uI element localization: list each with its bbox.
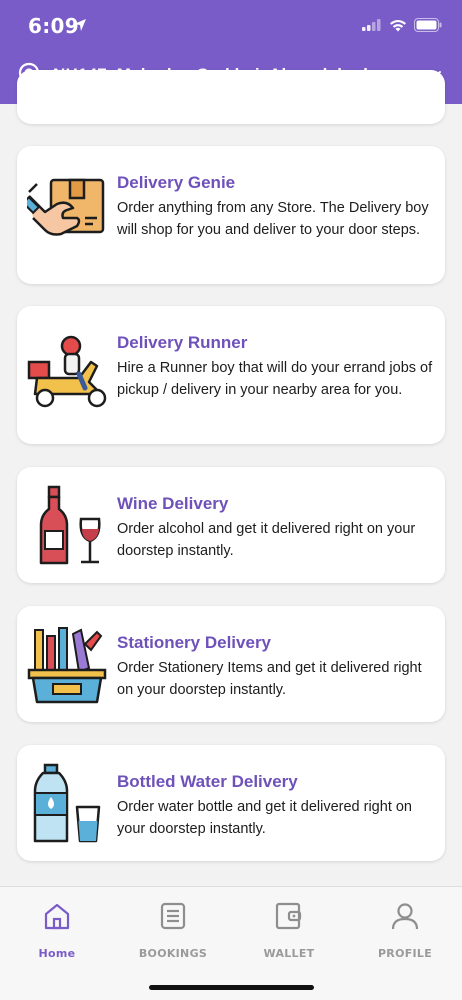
nav-label: WALLET [263, 947, 315, 960]
nav-profile[interactable]: PROFILE [350, 901, 460, 960]
service-card-delivery-runner[interactable]: Delivery Runner Hire a Runner boy that w… [17, 306, 445, 444]
service-title: Delivery Runner [117, 333, 248, 352]
nav-label: BOOKINGS [138, 947, 208, 960]
location-arrow-icon [74, 19, 86, 31]
nav-home[interactable]: Home [2, 901, 112, 960]
service-description: Order alcohol and get it delivered right… [117, 521, 416, 559]
service-title: Stationery Delivery [117, 633, 272, 652]
service-description: Hire a Runner boy that will do your erra… [117, 360, 433, 398]
service-card-bottled-water-delivery[interactable]: Bottled Water Delivery Order water bottl… [17, 745, 445, 861]
nav-label: PROFILE [377, 947, 433, 960]
service-description: Order anything from any Store. The Deliv… [117, 200, 429, 238]
home-icon [44, 903, 70, 930]
stationery-cup-icon [27, 627, 107, 704]
service-title: Delivery Genie [117, 173, 236, 192]
wine-bottle-glass-icon [39, 485, 101, 565]
water-bottle-glass-icon [33, 763, 101, 843]
status-bar: 6:09 [0, 0, 462, 50]
service-card-wine-delivery[interactable]: Wine Delivery Order alcohol and get it d… [17, 467, 445, 583]
service-title: Wine Delivery [117, 494, 229, 513]
hand-box-icon [27, 178, 105, 236]
nav-bookings[interactable]: BOOKINGS [118, 901, 228, 960]
nav-wallet[interactable]: WALLET [234, 901, 344, 960]
service-description: Order water bottle and get it delivered … [117, 799, 412, 837]
service-description: Order Stationery Items and get it delive… [117, 660, 422, 698]
nav-label: Home [38, 947, 76, 960]
wallet-icon [275, 902, 302, 930]
home-indicator [149, 985, 314, 990]
scooter-rider-icon [27, 335, 107, 408]
service-title: Bottled Water Delivery [117, 772, 298, 791]
cellular-signal-icon [362, 19, 381, 31]
bookings-icon [160, 902, 186, 930]
service-card-stationery-delivery[interactable]: Stationery Delivery Order Stationery Ite… [17, 606, 445, 722]
service-card-partial[interactable] [17, 70, 445, 124]
service-card-delivery-genie[interactable]: Delivery Genie Order anything from any S… [17, 146, 445, 284]
status-indicators [362, 18, 442, 32]
battery-icon [414, 18, 442, 32]
wifi-icon [390, 19, 406, 31]
bottom-navigation: Home BOOKINGS WALLET PROFILE [0, 886, 462, 1000]
profile-icon [391, 903, 419, 930]
